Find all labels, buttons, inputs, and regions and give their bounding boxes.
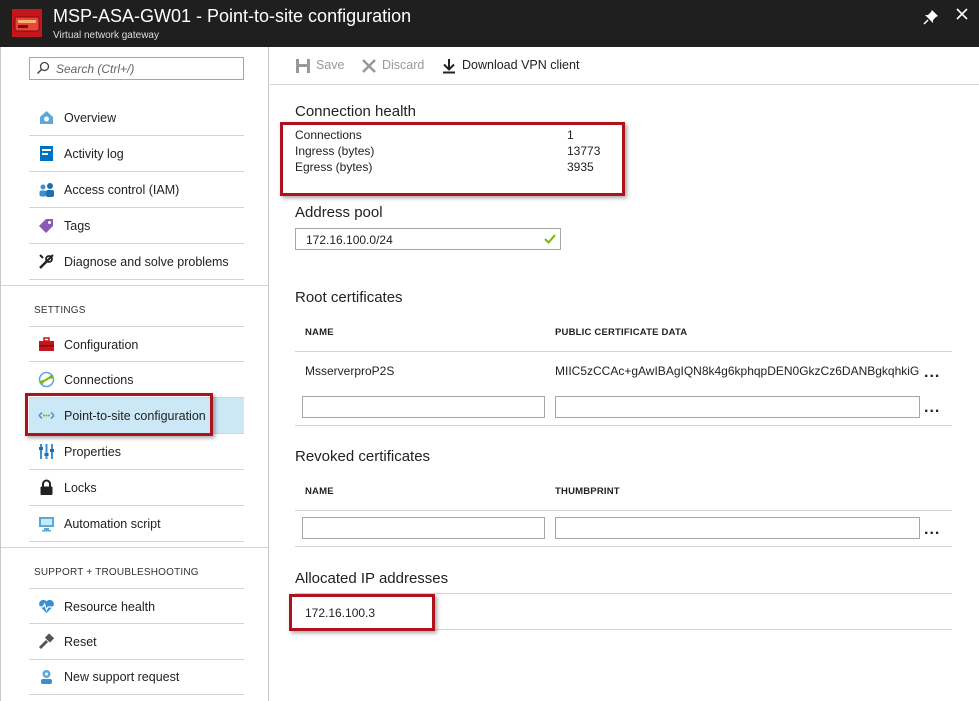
sidebar-item-locks[interactable]: Locks: [29, 470, 244, 506]
sidebar-item-resource-health[interactable]: Resource health: [29, 588, 244, 624]
sidebar-item-activity-log[interactable]: Activity log: [29, 136, 244, 172]
lock-icon: [40, 479, 53, 495]
address-pool-heading: Address pool: [295, 204, 383, 221]
revoked-cert-thumbprint-input[interactable]: [555, 517, 920, 539]
sidebar-item-new-support-request[interactable]: New support request: [29, 659, 244, 695]
sidebar-item-label: Tags: [64, 219, 91, 233]
close-icon[interactable]: [955, 7, 971, 23]
save-icon: [296, 59, 310, 73]
table-divider: [295, 510, 952, 511]
title-bar: MSP-ASA-GW01 - Point-to-site configurati…: [0, 0, 979, 47]
more-options-icon[interactable]: ...: [924, 400, 942, 416]
revoked-cert-name-input[interactable]: [302, 517, 545, 539]
highlight-point-to-site: [25, 393, 213, 436]
search-box[interactable]: [29, 57, 244, 80]
section-divider: [1, 547, 269, 548]
iam-icon: [39, 183, 54, 197]
connection-health-heading: Connection health: [295, 103, 416, 120]
root-cert-data-input[interactable]: [555, 396, 920, 418]
search-input[interactable]: [56, 59, 241, 78]
sidebar-item-label: Resource health: [64, 600, 156, 614]
address-pool-input[interactable]: 172.16.100.0/24: [295, 228, 561, 250]
root-cert-name: MsserverproP2S: [305, 364, 395, 378]
save-button[interactable]: Save: [295, 58, 345, 74]
sidebar-item-label: Locks: [64, 481, 97, 495]
more-options-icon[interactable]: ...: [924, 365, 942, 381]
support-icon: [41, 670, 52, 684]
discard-icon: [362, 59, 376, 73]
reset-icon: [38, 633, 55, 650]
table-divider: [295, 425, 952, 426]
gateway-logo-icon: [12, 9, 42, 37]
sidebar-item-label: Configuration: [64, 338, 139, 352]
revoked-certificates-heading: Revoked certificates: [295, 448, 431, 465]
root-col-name: NAME: [305, 327, 334, 338]
revoked-col-name: NAME: [305, 486, 334, 497]
sidebar-item-overview[interactable]: Overview: [29, 100, 244, 136]
sidebar-item-diagnose[interactable]: Diagnose and solve problems: [29, 244, 244, 280]
automation-icon: [39, 517, 54, 532]
properties-icon: [39, 444, 54, 459]
connections-icon: [38, 371, 55, 388]
allocated-ips-heading: Allocated IP addresses: [295, 570, 449, 587]
check-icon: [544, 234, 556, 244]
table-divider: [295, 351, 952, 352]
sidebar-item-reset[interactable]: Reset: [29, 624, 244, 660]
download-icon: [443, 59, 455, 74]
command-bar: Save Discard Download VPN client: [270, 47, 979, 85]
sidebar-item-properties[interactable]: Properties: [29, 434, 244, 470]
sidebar: Overview Activity log Access control (IA…: [0, 47, 269, 701]
sidebar-item-iam[interactable]: Access control (IAM): [29, 172, 244, 208]
sidebar-item-tags[interactable]: Tags: [29, 208, 244, 244]
wrench-icon: [39, 254, 54, 269]
highlight-connection-health: [280, 122, 625, 196]
page-title: MSP-ASA-GW01 - Point-to-site configurati…: [53, 6, 412, 26]
discard-button[interactable]: Discard: [361, 58, 426, 74]
sidebar-item-automation-script[interactable]: Automation script: [29, 506, 244, 542]
sidebar-item-label: Access control (IAM): [64, 183, 180, 197]
section-divider: [1, 285, 269, 286]
pin-icon[interactable]: [923, 9, 939, 25]
root-cert-name-input[interactable]: [302, 396, 545, 418]
revoked-col-thumbprint: THUMBPRINT: [555, 486, 620, 497]
tag-icon: [39, 219, 53, 233]
sidebar-item-configuration[interactable]: Configuration: [29, 326, 244, 362]
sidebar-item-label: Automation script: [64, 517, 161, 531]
settings-heading: SETTINGS: [34, 305, 86, 316]
sidebar-item-label: Properties: [64, 445, 121, 459]
overview-icon: [40, 111, 53, 124]
highlight-allocated-ip: [289, 594, 435, 631]
heart-icon: [39, 599, 54, 613]
search-icon: [36, 61, 50, 75]
toolbox-icon: [39, 337, 54, 351]
address-pool-value: 172.16.100.0/24: [306, 233, 393, 247]
sidebar-item-label: Activity log: [64, 147, 124, 161]
more-options-icon[interactable]: ...: [924, 522, 942, 538]
page-subtitle: Virtual network gateway: [53, 30, 159, 41]
table-divider: [295, 546, 952, 547]
sidebar-item-label: Diagnose and solve problems: [64, 255, 229, 269]
sidebar-item-label: Reset: [64, 635, 97, 649]
sidebar-item-label: New support request: [64, 670, 180, 684]
activity-log-icon: [40, 146, 53, 161]
sidebar-item-label: Overview: [64, 111, 117, 125]
root-certificates-heading: Root certificates: [295, 289, 403, 306]
support-heading: SUPPORT + TROUBLESHOOTING: [34, 567, 199, 578]
root-col-data: PUBLIC CERTIFICATE DATA: [555, 327, 688, 338]
sidebar-item-label: Connections: [64, 373, 134, 387]
download-vpn-client-button[interactable]: Download VPN client: [441, 58, 581, 74]
root-cert-data: MIIC5zCCAc+gAwIBAgIQN8k4g6kphqpDEN0GkzCz…: [555, 364, 920, 378]
